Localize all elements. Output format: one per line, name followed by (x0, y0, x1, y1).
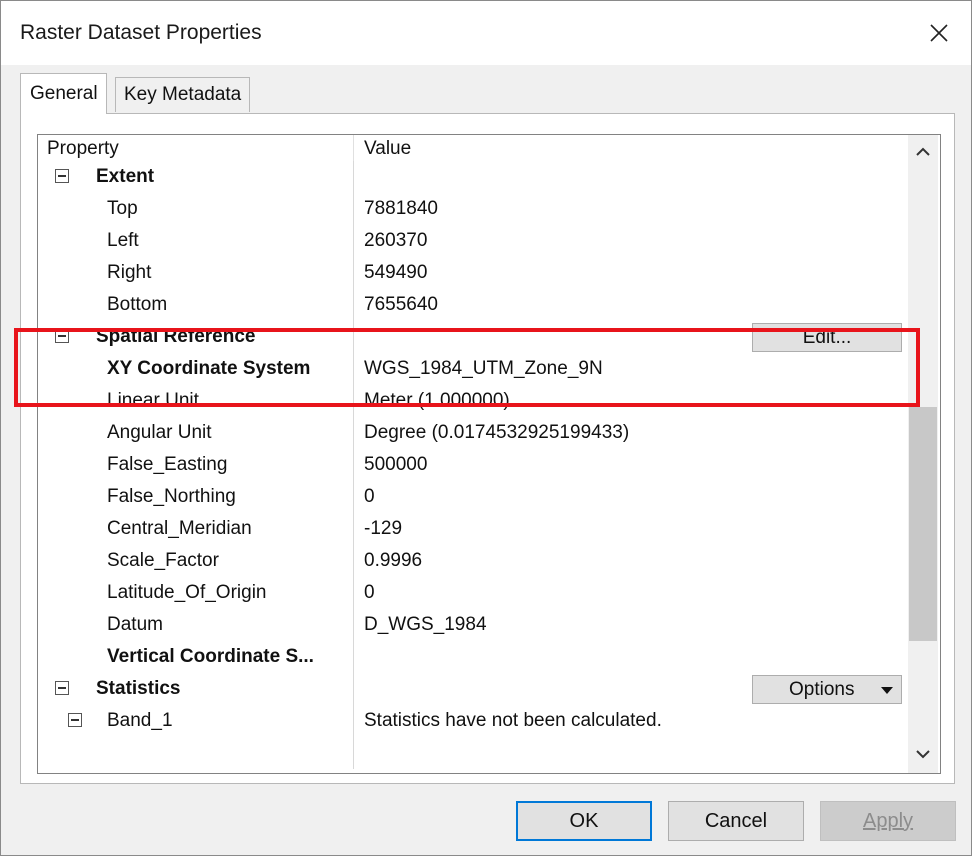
grid-header: Property Value (38, 135, 908, 161)
window-title: Raster Dataset Properties (20, 21, 262, 44)
property-value: 7655640 (364, 294, 438, 315)
header-property: Property (47, 138, 119, 159)
collapse-icon[interactable] (68, 713, 82, 727)
category-row[interactable]: Extent (38, 161, 908, 193)
property-value: Statistics have not been calculated. (364, 710, 662, 731)
property-label: Central_Meridian (107, 518, 252, 539)
apply-label: Apply (862, 809, 914, 832)
apply-button[interactable]: Apply (820, 801, 956, 841)
caret-down-icon (881, 687, 893, 694)
property-value: 0 (364, 582, 375, 603)
tab-general[interactable]: General (20, 73, 107, 114)
property-label: False_Easting (107, 454, 228, 475)
property-label: Datum (107, 614, 163, 635)
tab-key-metadata[interactable]: Key Metadata (115, 77, 251, 112)
property-label: Left (107, 230, 139, 251)
property-value: 260370 (364, 230, 428, 251)
property-row[interactable]: Scale_Factor 0.9996 (38, 545, 908, 577)
property-value: D_WGS_1984 (364, 614, 487, 635)
property-grid: Property Value Extent Top 7881840 Left 260370 R… (37, 134, 941, 774)
vertical-scrollbar[interactable] (908, 135, 938, 773)
property-value: 0 (364, 486, 375, 507)
property-label: Extent (96, 166, 155, 187)
chevron-down-icon (916, 750, 930, 759)
tab-key-metadata-label: Key Metadata (124, 84, 242, 105)
property-label: Band_1 (107, 710, 173, 731)
property-value: 7881840 (364, 198, 438, 219)
property-value: 0.9996 (364, 550, 423, 571)
title-bar: Raster Dataset Properties (1, 1, 971, 65)
property-label: Top (107, 198, 138, 219)
scrollbar-thumb[interactable] (909, 407, 937, 641)
category-row[interactable]: Statistics Options (38, 673, 908, 705)
scroll-up-button[interactable] (908, 137, 938, 167)
property-label: Bottom (107, 294, 168, 315)
property-row[interactable]: Bottom 7655640 (38, 289, 908, 321)
collapse-icon[interactable] (55, 681, 69, 695)
property-value: -129 (364, 518, 403, 539)
property-label: Vertical Coordinate S... (107, 646, 314, 667)
property-label: Right (107, 262, 152, 283)
highlight-box (14, 328, 920, 407)
ok-label: OK (569, 809, 599, 832)
property-row[interactable]: Top 7881840 (38, 193, 908, 225)
cancel-label: Cancel (704, 809, 768, 832)
property-label: Statistics (96, 678, 181, 699)
tab-general-label: General (30, 83, 98, 104)
property-row[interactable]: Left 260370 (38, 225, 908, 257)
general-tab-panel: Property Value Extent Top 7881840 Left 260370 R… (20, 113, 955, 784)
close-button[interactable] (921, 15, 957, 51)
collapse-icon[interactable] (55, 169, 69, 183)
property-row[interactable]: Right 549490 (38, 257, 908, 289)
property-value: 500000 (364, 454, 428, 475)
property-row[interactable]: Vertical Coordinate S... (38, 641, 908, 673)
property-label: Scale_Factor (107, 550, 219, 571)
options-label: Options (789, 678, 855, 700)
scroll-down-button[interactable] (908, 739, 938, 769)
property-row[interactable]: False_Northing 0 (38, 481, 908, 513)
header-value: Value (364, 138, 412, 159)
close-icon (930, 24, 948, 42)
property-row[interactable]: Angular Unit Degree (0.0174532925199433) (38, 417, 908, 449)
property-row[interactable]: Datum D_WGS_1984 (38, 609, 908, 641)
property-value: Degree (0.0174532925199433) (364, 422, 630, 443)
property-row[interactable]: Central_Meridian -129 (38, 513, 908, 545)
chevron-up-icon (916, 147, 930, 156)
raster-dataset-properties-dialog: Raster Dataset Properties General Key Me… (0, 0, 972, 856)
options-button[interactable]: Options (752, 675, 902, 704)
property-label: Latitude_Of_Origin (107, 582, 267, 603)
property-row[interactable]: Latitude_Of_Origin 0 (38, 577, 908, 609)
property-label: Angular Unit (107, 422, 212, 443)
property-label: False_Northing (107, 486, 236, 507)
property-value: 549490 (364, 262, 428, 283)
property-row[interactable]: Band_1 Statistics have not been calculate… (38, 705, 908, 737)
property-row-clipped (38, 737, 908, 769)
cancel-button[interactable]: Cancel (668, 801, 804, 841)
property-row[interactable]: False_Easting 500000 (38, 449, 908, 481)
ok-button[interactable]: OK (516, 801, 652, 841)
